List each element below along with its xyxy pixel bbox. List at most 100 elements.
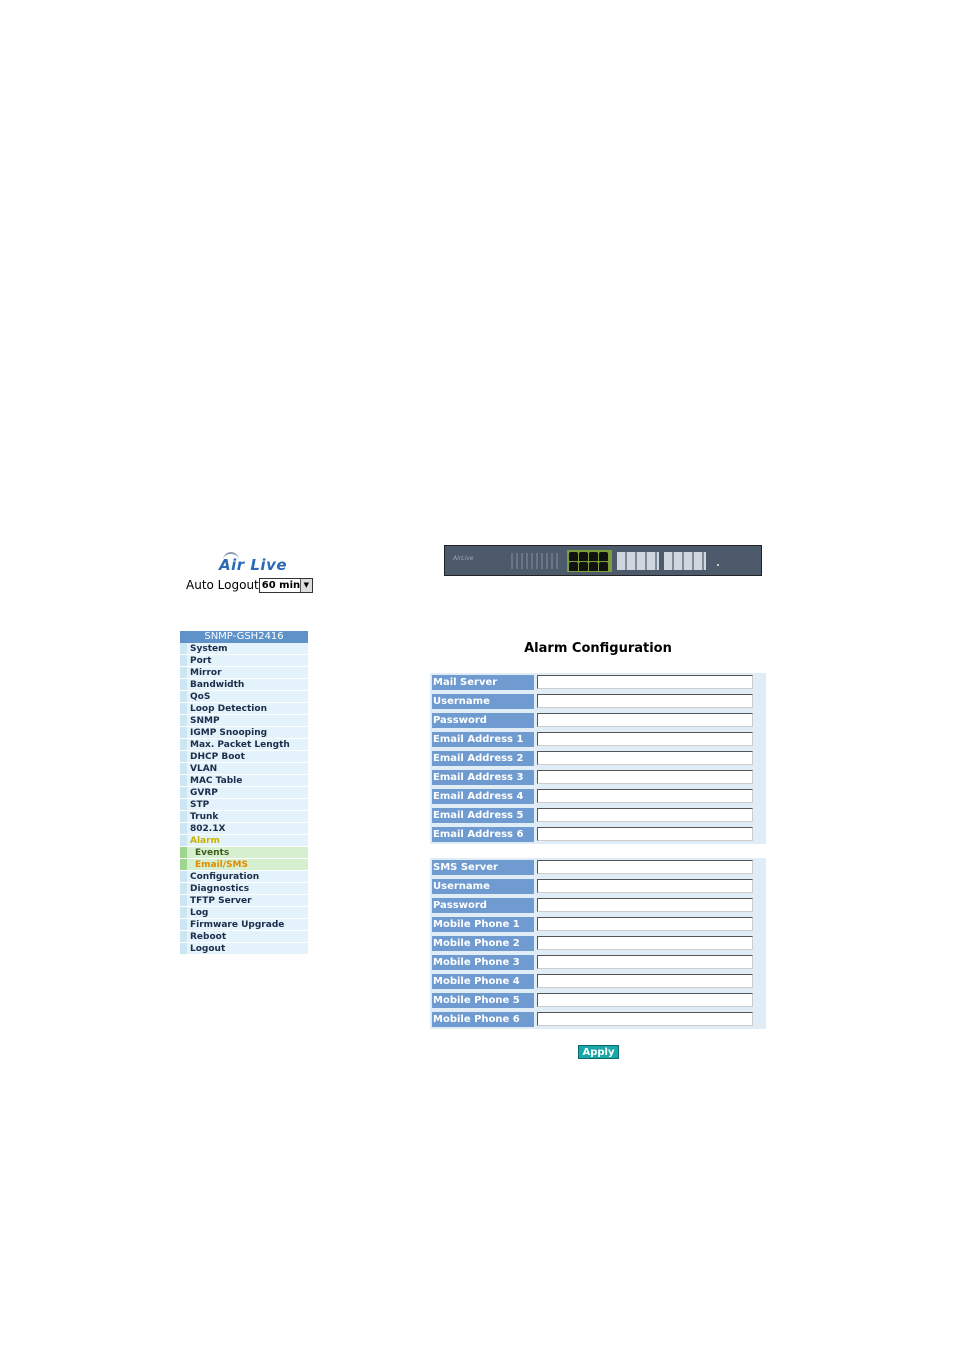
sidebar-item-reboot[interactable]: Reboot — [180, 931, 308, 943]
switch-port[interactable] — [579, 562, 588, 571]
email-row-email-address-3: Email Address 3 — [430, 768, 766, 787]
sms-input-mobile-phone-3[interactable] — [537, 955, 753, 969]
auto-logout-label: Auto Logout — [186, 578, 259, 592]
email-row-mail-server: Mail Server — [430, 673, 766, 692]
sms-input-mobile-phone-1[interactable] — [537, 917, 753, 931]
sidebar-item-label: QoS — [190, 692, 211, 702]
switch-sfp-block[interactable] — [664, 552, 706, 570]
switch-port[interactable] — [589, 562, 598, 571]
switch-port[interactable] — [569, 562, 578, 571]
sidebar-item-bandwidth[interactable]: Bandwidth — [180, 679, 308, 691]
switch-port[interactable] — [569, 552, 578, 561]
sidebar-item-events[interactable]: Events — [180, 847, 308, 859]
sms-label-mobile-phone-3: Mobile Phone 3 — [432, 955, 534, 970]
sidebar-item-log[interactable]: Log — [180, 907, 308, 919]
sms-row-password: Password — [430, 896, 766, 915]
sidebar-item-label: System — [190, 644, 228, 654]
email-row-email-address-1: Email Address 1 — [430, 730, 766, 749]
email-row-email-address-2: Email Address 2 — [430, 749, 766, 768]
email-input-email-address-6[interactable] — [537, 827, 753, 841]
auto-logout-select[interactable]: 60 min ▼ — [258, 577, 313, 593]
sidebar-item-max-packet-length[interactable]: Max. Packet Length — [180, 739, 308, 751]
email-label-email-address-5: Email Address 5 — [432, 808, 534, 823]
sidebar-item-loop-detection[interactable]: Loop Detection — [180, 703, 308, 715]
sidebar-item-vlan[interactable]: VLAN — [180, 763, 308, 775]
email-label-email-address-6: Email Address 6 — [432, 827, 534, 842]
sidebar-item-stp[interactable]: STP — [180, 799, 308, 811]
sms-label-mobile-phone-4: Mobile Phone 4 — [432, 974, 534, 989]
sidebar-item-label: MAC Table — [190, 776, 243, 786]
sms-input-mobile-phone-4[interactable] — [537, 974, 753, 988]
sidebar-item-label: SNMP — [190, 716, 220, 726]
sms-row-mobile-phone-1: Mobile Phone 1 — [430, 915, 766, 934]
sidebar-item-tftp-server[interactable]: TFTP Server — [180, 895, 308, 907]
sidebar-item-label: Mirror — [190, 668, 222, 678]
email-input-username[interactable] — [537, 694, 753, 708]
sidebar-item-igmp-snooping[interactable]: IGMP Snooping — [180, 727, 308, 739]
switch-port[interactable] — [589, 552, 598, 561]
switch-sfp-block[interactable] — [617, 552, 659, 570]
email-row-email-address-5: Email Address 5 — [430, 806, 766, 825]
sms-row-mobile-phone-6: Mobile Phone 6 — [430, 1010, 766, 1029]
sidebar-item-logout[interactable]: Logout — [180, 943, 308, 955]
email-row-email-address-6: Email Address 6 — [430, 825, 766, 844]
email-label-email-address-1: Email Address 1 — [432, 732, 534, 747]
sms-row-mobile-phone-4: Mobile Phone 4 — [430, 972, 766, 991]
email-input-mail-server[interactable] — [537, 675, 753, 689]
sms-input-password[interactable] — [537, 898, 753, 912]
sidebar-item-label: TFTP Server — [190, 896, 252, 906]
sidebar-item-trunk[interactable]: Trunk — [180, 811, 308, 823]
email-label-password: Password — [432, 713, 534, 728]
sms-input-mobile-phone-2[interactable] — [537, 936, 753, 950]
sms-input-mobile-phone-6[interactable] — [537, 1012, 753, 1026]
email-input-password[interactable] — [537, 713, 753, 727]
switch-port[interactable] — [579, 552, 588, 561]
sidebar-item-label: IGMP Snooping — [190, 728, 268, 738]
switch-brand-mark: AirLive — [453, 555, 474, 562]
sidebar-item-mac-table[interactable]: MAC Table — [180, 775, 308, 787]
sms-row-mobile-phone-2: Mobile Phone 2 — [430, 934, 766, 953]
sidebar-item-802-1x[interactable]: 802.1X — [180, 823, 308, 835]
sms-label-mobile-phone-1: Mobile Phone 1 — [432, 917, 534, 932]
sidebar-item-qos[interactable]: QoS — [180, 691, 308, 703]
email-input-email-address-3[interactable] — [537, 770, 753, 784]
sidebar-item-gvrp[interactable]: GVRP — [180, 787, 308, 799]
sidebar-item-mirror[interactable]: Mirror — [180, 667, 308, 679]
sms-input-sms-server[interactable] — [537, 860, 753, 874]
sidebar-item-diagnostics[interactable]: Diagnostics — [180, 883, 308, 895]
email-input-email-address-4[interactable] — [537, 789, 753, 803]
sidebar-item-label: Alarm — [190, 836, 220, 846]
sidebar-item-configuration[interactable]: Configuration — [180, 871, 308, 883]
auto-logout: Auto Logout 60 min ▼ — [186, 577, 313, 593]
email-label-email-address-3: Email Address 3 — [432, 770, 534, 785]
sidebar-item-snmp[interactable]: SNMP — [180, 715, 308, 727]
sidebar-item-label: 802.1X — [190, 824, 226, 834]
sidebar-item-email-sms[interactable]: Email/SMS — [180, 859, 308, 871]
sidebar-item-label: DHCP Boot — [190, 752, 245, 762]
sidebar-item-label: Port — [190, 656, 212, 666]
sidebar-item-firmware-upgrade[interactable]: Firmware Upgrade — [180, 919, 308, 931]
email-input-email-address-5[interactable] — [537, 808, 753, 822]
email-label-email-address-4: Email Address 4 — [432, 789, 534, 804]
sidebar-item-port[interactable]: Port — [180, 655, 308, 667]
sidebar-item-label: Logout — [190, 944, 226, 954]
switch-port[interactable] — [599, 562, 608, 571]
email-input-email-address-2[interactable] — [537, 751, 753, 765]
sidebar-item-label: Events — [195, 848, 230, 858]
auto-logout-value: 60 min — [261, 579, 301, 591]
chevron-down-icon[interactable]: ▼ — [299, 578, 312, 592]
apply-button[interactable]: Apply — [578, 1045, 619, 1059]
sms-input-mobile-phone-5[interactable] — [537, 993, 753, 1007]
sms-input-username[interactable] — [537, 879, 753, 893]
sidebar-item-label: Diagnostics — [190, 884, 250, 894]
switch-port[interactable] — [599, 552, 608, 561]
menu-header: SNMP-GSH2416 — [180, 631, 308, 643]
sidebar-item-label: Firmware Upgrade — [190, 920, 285, 930]
email-label-email-address-2: Email Address 2 — [432, 751, 534, 766]
sidebar-item-alarm[interactable]: Alarm — [180, 835, 308, 847]
sidebar-item-system[interactable]: System — [180, 643, 308, 655]
email-settings-table: Mail Server Username Password Email Address… — [430, 673, 766, 844]
sms-label-mobile-phone-6: Mobile Phone 6 — [432, 1012, 534, 1027]
sidebar-item-dhcp-boot[interactable]: DHCP Boot — [180, 751, 308, 763]
email-input-email-address-1[interactable] — [537, 732, 753, 746]
